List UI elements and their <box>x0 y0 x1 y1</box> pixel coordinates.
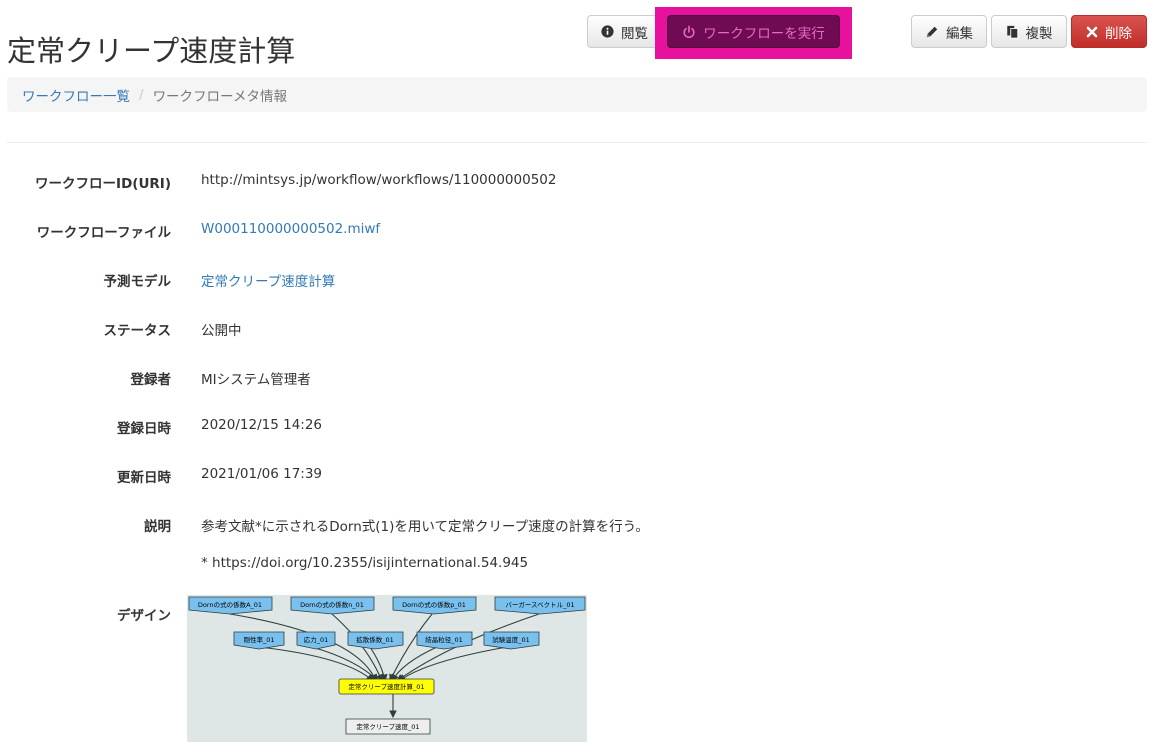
detail-value: http://mintsys.jp/workflow/workflows/110… <box>201 172 557 188</box>
breadcrumb: ワークフロー一覧 / ワークフローメタ情報 <box>7 77 1147 112</box>
edit-button[interactable]: 編集 <box>911 15 987 48</box>
input-node-top-0: Dornの式の係数A_01 <box>188 596 273 615</box>
copy-icon <box>1006 25 1019 39</box>
view-button-label: 閲覧 <box>621 25 648 42</box>
edit-button-label: 編集 <box>946 25 973 42</box>
input-node-label: 応力_01 <box>304 635 329 644</box>
workflow-design-diagram: Dornの式の係数A_01 Dornの式の係数n_01 Dornの式の係数p_0… <box>187 595 587 742</box>
input-node-top-3: バーガースベクトル_01 <box>494 596 586 615</box>
input-node-mid-0: 剛性率_01 <box>233 631 285 650</box>
description-note: * https://doi.org/10.2355/isijinternatio… <box>201 555 529 571</box>
run-workflow-button[interactable]: ワークフローを実行 <box>667 15 840 48</box>
input-node-label: 拡散係数_01 <box>356 635 394 644</box>
prediction-model-link[interactable]: 定常クリープ速度計算 <box>201 270 335 290</box>
status-value: 公開中 <box>201 323 242 339</box>
detail-row-status: ステータス 公開中 <box>0 319 1156 341</box>
detail-label: 更新日時 <box>117 470 171 486</box>
output-node-label: 定常クリープ速度_01 <box>356 722 419 731</box>
breadcrumb-item-workflow-list[interactable]: ワークフロー一覧 <box>22 85 130 105</box>
detail-row-registrant: 登録者 MIシステム管理者 <box>0 368 1156 390</box>
detail-label: ワークフローID(URI) <box>35 176 171 192</box>
input-node-label: Dornの式の係数p_01 <box>402 600 466 609</box>
input-node-mid-4: 試験温度_01 <box>483 631 540 650</box>
input-node-top-1: Dornの式の係数n_01 <box>290 596 375 615</box>
input-node-label: Dornの式の係数n_01 <box>300 600 364 609</box>
detail-row-workflow-id: ワークフローID(URI) http://mintsys.jp/workflow… <box>0 172 1156 194</box>
power-icon <box>682 25 696 39</box>
detail-label: 説明 <box>144 519 171 535</box>
detail-label: 登録者 <box>130 372 172 388</box>
detail-label: ワークフローファイル <box>36 225 171 241</box>
detail-label: 登録日時 <box>117 421 171 437</box>
divider <box>7 142 1147 143</box>
detail-row-prediction-model: 予測モデル 定常クリープ速度計算 <box>0 270 1156 292</box>
times-icon <box>1086 26 1098 38</box>
tool-node: 定常クリープ速度計算_01 <box>338 678 435 695</box>
detail-row-description: 説明 参考文献*に示されるDorn式(1)を用いて定常クリープ速度の計算を行う。 <box>0 515 1156 537</box>
info-circle-icon <box>601 25 614 38</box>
detail-label: ステータス <box>103 323 172 339</box>
run-workflow-button-label: ワークフローを実行 <box>703 25 825 42</box>
copy-button-label: 複製 <box>1025 25 1053 42</box>
input-node-mid-3: 結晶粒径_01 <box>416 631 473 650</box>
breadcrumb-item-current: ワークフローメタ情報 <box>152 88 288 105</box>
detail-label: デザイン <box>117 608 171 624</box>
detail-row-updated-at: 更新日時 2021/01/06 17:39 <box>0 466 1156 488</box>
copy-button[interactable]: 複製 <box>991 15 1067 48</box>
detail-label: 予測モデル <box>103 274 172 290</box>
diagram-edges <box>229 613 540 719</box>
input-node-label: Dornの式の係数A_01 <box>198 600 262 609</box>
registered-at-value: 2020/12/15 14:26 <box>201 417 323 433</box>
detail-row-registered-at: 登録日時 2020/12/15 14:26 <box>0 417 1156 439</box>
registrant-value: MIシステム管理者 <box>201 372 311 388</box>
delete-button[interactable]: 削除 <box>1071 15 1147 48</box>
detail-row-description-note: * https://doi.org/10.2355/isijinternatio… <box>0 555 1156 577</box>
detail-row-workflow-file: ワークフローファイル W000110000000502.miwf <box>0 221 1156 243</box>
updated-at-value: 2021/01/06 17:39 <box>201 466 323 482</box>
input-node-label: 剛性率_01 <box>243 635 274 644</box>
input-node-mid-2: 拡散係数_01 <box>347 631 404 650</box>
input-node-top-2: Dornの式の係数p_01 <box>392 596 477 615</box>
delete-button-label: 削除 <box>1105 25 1132 42</box>
input-node-label: バーガースベクトル_01 <box>505 600 574 609</box>
input-node-label: 試験温度_01 <box>492 635 530 644</box>
input-node-mid-1: 応力_01 <box>296 631 336 650</box>
page-title: 定常クリープ速度計算 <box>7 34 296 68</box>
breadcrumb-separator: / <box>139 86 144 103</box>
workflow-file-link[interactable]: W000110000000502.miwf <box>201 221 380 237</box>
output-node: 定常クリープ速度_01 <box>345 718 431 735</box>
tool-node-label: 定常クリープ速度計算_01 <box>348 682 424 691</box>
view-button[interactable]: 閲覧 <box>587 15 662 48</box>
description-value: 参考文献*に示されるDorn式(1)を用いて定常クリープ速度の計算を行う。 <box>201 519 649 535</box>
input-node-label: 結晶粒径_01 <box>425 635 463 644</box>
pencil-icon <box>925 25 939 39</box>
